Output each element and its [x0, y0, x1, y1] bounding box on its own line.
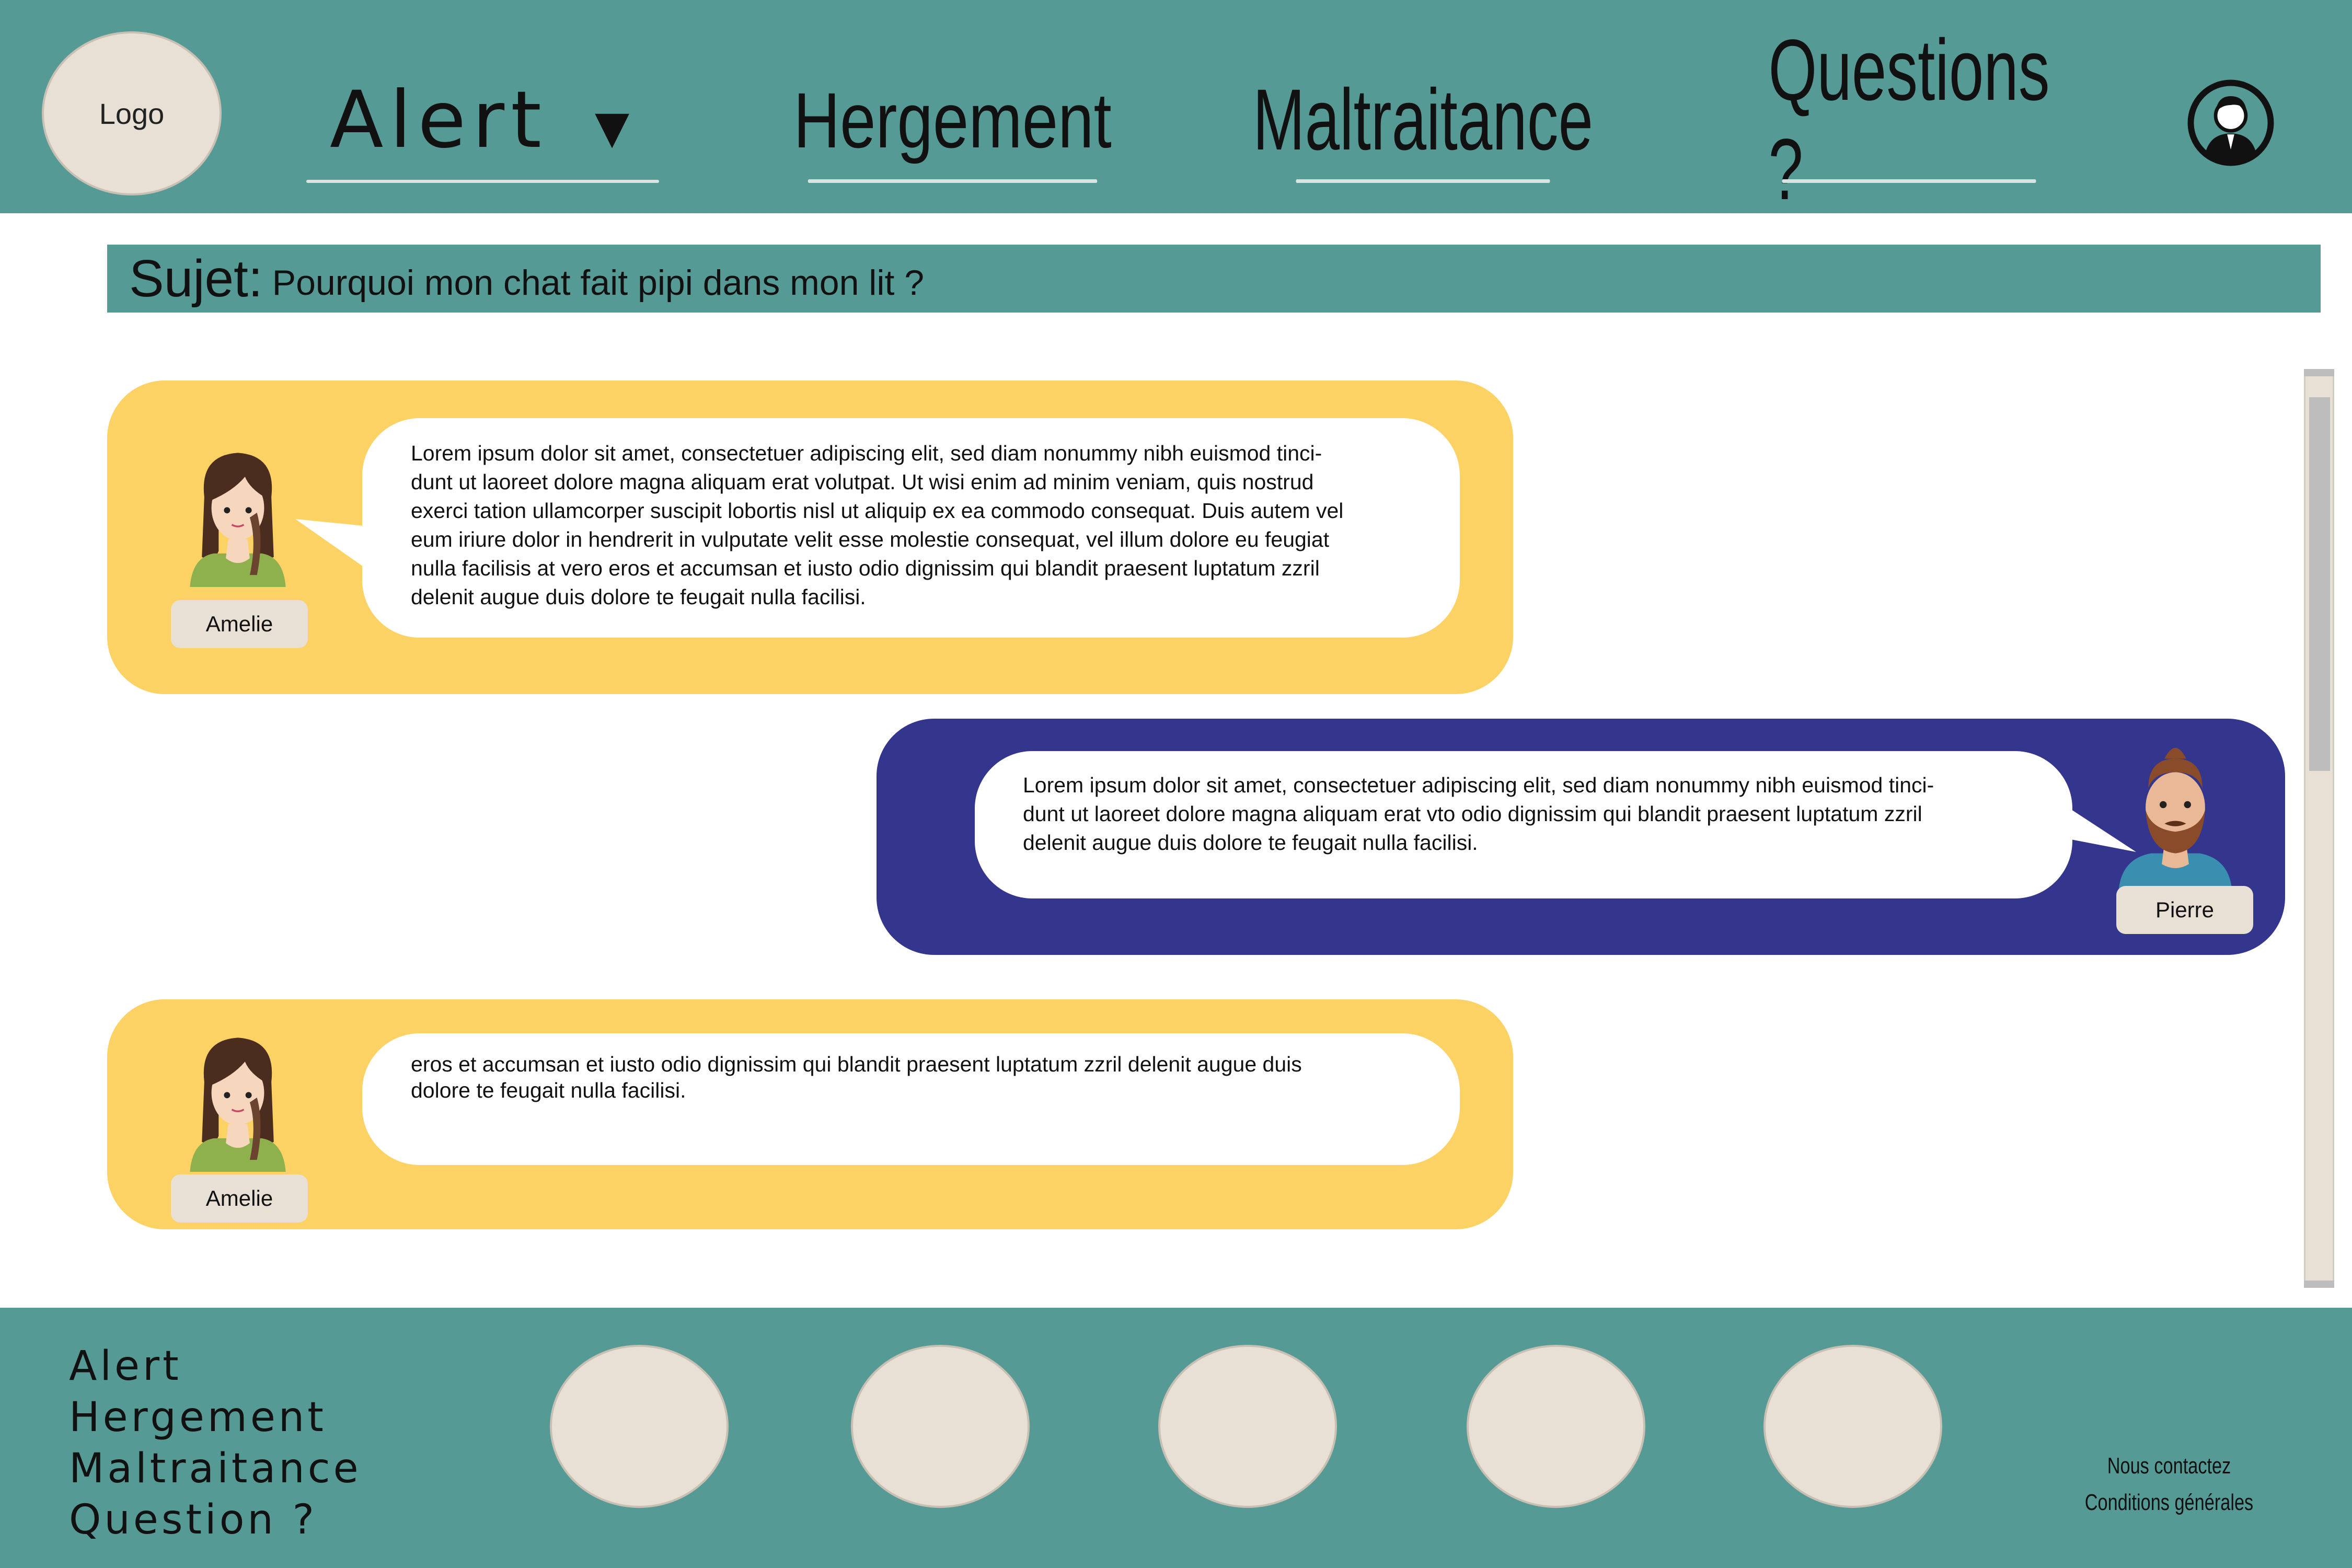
message-line: dolore te feugait nulla facilisi. — [411, 1078, 686, 1102]
nav-alert-label: Alert — [329, 75, 548, 166]
footer-link-maltraitance[interactable]: Maltraitance — [69, 1443, 362, 1494]
footer-nav: Alert Hergement Maltraitance Question ? — [69, 1341, 362, 1546]
nav-alert[interactable]: Alert ▼ — [306, 57, 659, 183]
message-amelie-1: Amelie Lorem ipsum dolor sit amet, conse… — [107, 381, 1513, 694]
message-bubble: Lorem ipsum dolor sit amet, consectetuer… — [362, 418, 1460, 638]
footer-link-question[interactable]: Question ? — [69, 1494, 362, 1546]
author-name: Amelie — [205, 612, 273, 636]
pierre-avatar — [2118, 747, 2232, 891]
footer-legal: Nous contactez Conditions générales — [2038, 1448, 2300, 1521]
footer-circle-4[interactable] — [1467, 1345, 1645, 1508]
message-amelie-2: Amelie eros et accumsan et iusto odio di… — [107, 999, 1513, 1229]
amelie-avatar — [190, 453, 286, 587]
message-line: eum iriure dolor in hendrerit in vulputa… — [411, 527, 1330, 551]
message-line: dunt ut laoreet dolore magna aliquam era… — [1023, 802, 1922, 826]
caret-down-icon[interactable]: ▼ — [595, 101, 636, 154]
author-name: Amelie — [205, 1186, 273, 1210]
message-line: delenit augue duis dolore te feugait nul… — [411, 585, 866, 609]
logo-text: Logo — [99, 97, 165, 130]
message-line: exerci tation ullamcorper suscipit lobor… — [411, 499, 1344, 523]
scroll-up-arrow[interactable] — [2304, 369, 2334, 376]
message-bubble: Lorem ipsum dolor sit amet, consectetuer… — [975, 751, 2072, 898]
footer-link-hergement[interactable]: Hergement — [69, 1392, 362, 1443]
message-line: delenit augue duis dolore te feugait nul… — [1023, 831, 1478, 855]
nav-maltraitance[interactable]: Maltraitance — [1253, 57, 1593, 183]
subject-text: Pourquoi mon chat fait pipi dans mon lit… — [272, 263, 925, 303]
message-line: Lorem ipsum dolor sit amet, consectetuer… — [411, 441, 1322, 465]
footer-circle-5[interactable] — [1763, 1345, 1942, 1508]
amelie-name-tag: Amelie — [171, 1174, 308, 1223]
message-line: dunt ut laoreet dolore magna aliquam era… — [411, 470, 1314, 494]
amelie-name-tag: Amelie — [171, 600, 308, 648]
nav-hergement-label: Hergement — [793, 76, 1112, 164]
message-bubble: eros et accumsan et iusto odio dignissim… — [362, 1033, 1460, 1165]
footer-circle-1[interactable] — [550, 1345, 729, 1508]
nav-hergement[interactable]: Hergement — [793, 57, 1112, 183]
scrollbar-thumb[interactable] — [2309, 397, 2330, 771]
subject-label: Sujet: — [129, 249, 263, 308]
logo[interactable]: Logo — [42, 31, 222, 195]
nav-questions[interactable]: Questions ? — [1768, 22, 2049, 218]
nav-maltraitance-label: Maltraitance — [1253, 72, 1594, 168]
user-profile-icon[interactable] — [2186, 78, 2275, 167]
message-pierre-1: Lorem ipsum dolor sit amet, consectetuer… — [877, 719, 2285, 955]
footer-link-alert[interactable]: Alert — [69, 1341, 362, 1392]
footer-circle-2[interactable] — [851, 1345, 1030, 1508]
contact-link[interactable]: Nous contactez — [2067, 1448, 2271, 1484]
scroll-down-arrow[interactable] — [2304, 1281, 2334, 1288]
top-navbar: Logo Alert ▼ Hergement Maltraitance Ques… — [0, 0, 2352, 218]
message-line: eros et accumsan et iusto odio dignissim… — [411, 1052, 1302, 1076]
pierre-name-tag: Pierre — [2116, 886, 2253, 934]
nav-questions-label: Questions ? — [1768, 22, 2050, 218]
author-name: Pierre — [2155, 897, 2215, 922]
amelie-avatar — [190, 1037, 286, 1172]
subject-bar: Sujet: Pourquoi mon chat fait pipi dans … — [107, 245, 2321, 313]
message-line: Lorem ipsum dolor sit amet, consectetuer… — [1023, 773, 1934, 797]
terms-link[interactable]: Conditions générales — [2067, 1484, 2271, 1521]
footer-circle-3[interactable] — [1158, 1345, 1337, 1508]
message-line: nulla facilisis at vero eros et accumsan… — [411, 556, 1320, 580]
